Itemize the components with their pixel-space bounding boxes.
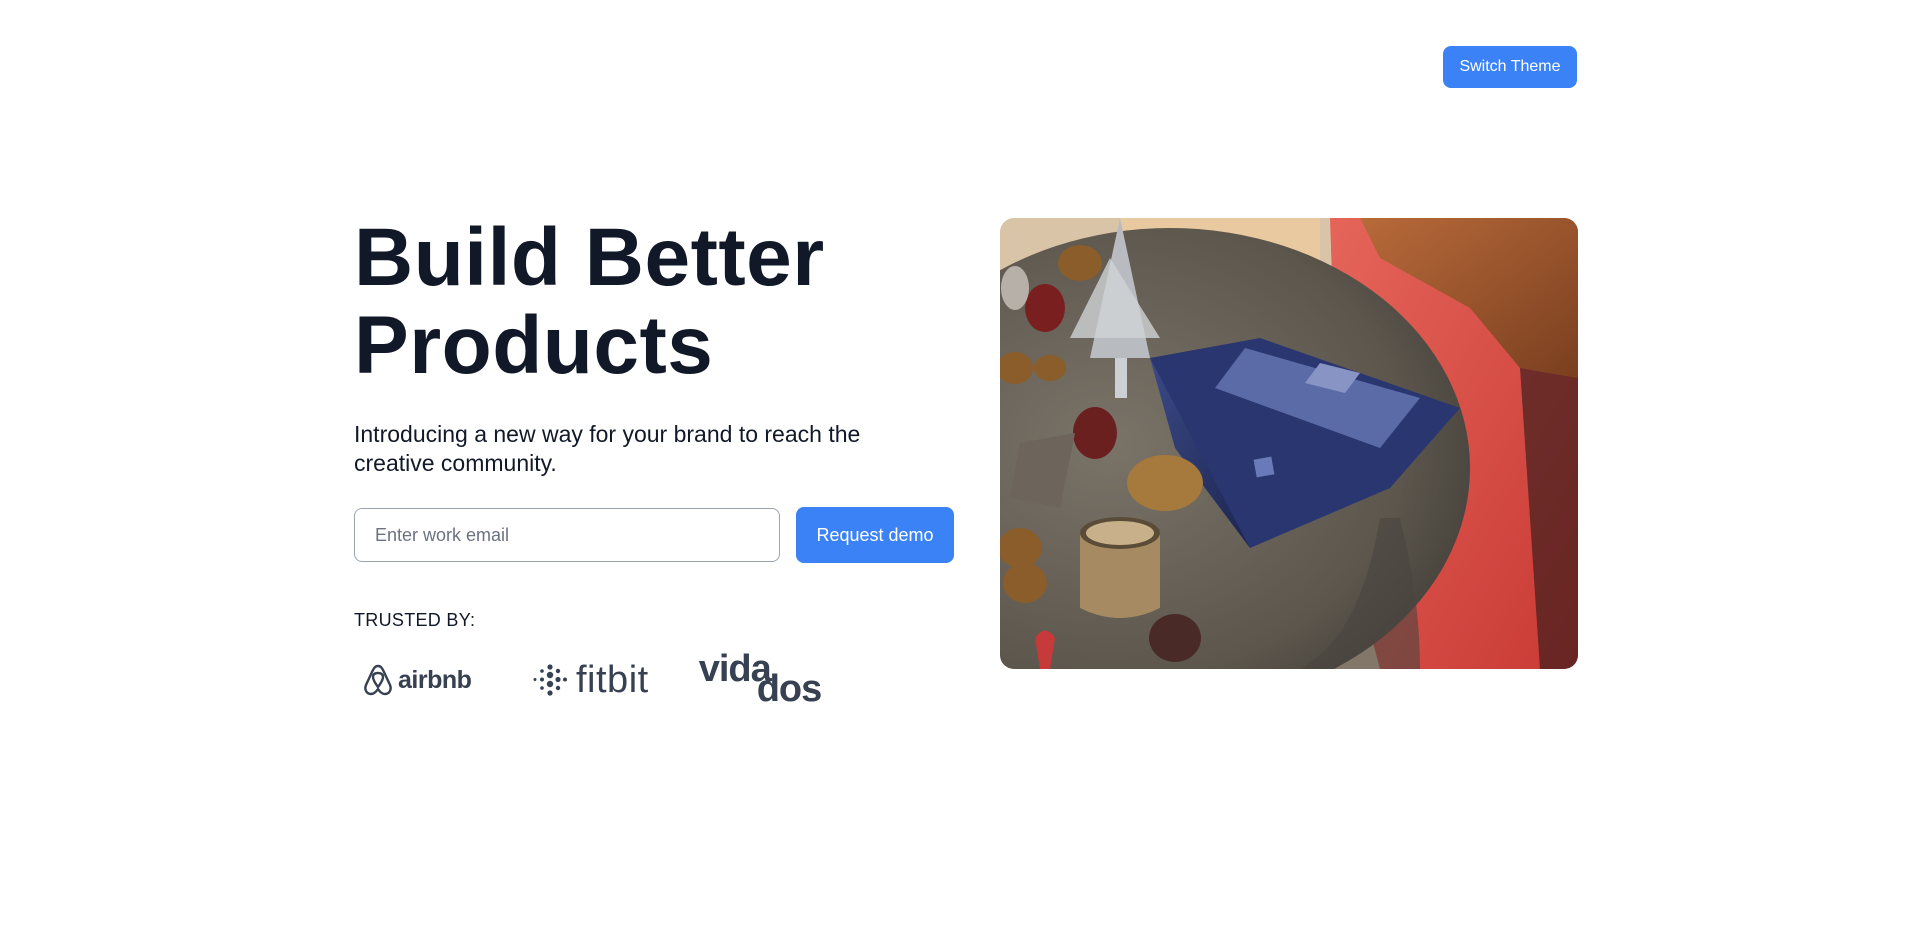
airbnb-logo: airbnb bbox=[362, 663, 472, 697]
switch-theme-button[interactable]: Switch Theme bbox=[1443, 46, 1577, 88]
fitbit-logo-text: fitbit bbox=[576, 658, 649, 701]
trusted-by-label: TRUSTED BY: bbox=[354, 610, 476, 630]
trusted-logos: airbnb fitbit vida dos bbox=[362, 648, 823, 710]
hero-title-line1: Build Better bbox=[354, 212, 825, 303]
mug bbox=[1080, 517, 1160, 618]
email-input[interactable] bbox=[354, 508, 780, 562]
request-demo-button[interactable]: Request demo bbox=[796, 507, 954, 563]
landing-page: Switch Theme Build Better Products Intro… bbox=[0, 0, 1919, 943]
hero-title: Build Better Products bbox=[354, 214, 954, 390]
laptop-on-table-photo bbox=[1000, 218, 1578, 669]
hero-title-line2: Products bbox=[354, 300, 714, 391]
fitbit-logo: fitbit bbox=[532, 659, 649, 702]
vidados-logo-bottom: dos bbox=[756, 668, 823, 710]
signup-form: Request demo bbox=[354, 507, 954, 563]
fitbit-logo-icon bbox=[533, 664, 567, 696]
hero-section: Build Better Products Introducing a new … bbox=[354, 214, 954, 710]
airbnb-logo-icon bbox=[364, 664, 392, 696]
vidados-logo: vida dos bbox=[699, 648, 823, 710]
airbnb-logo-text: airbnb bbox=[398, 665, 472, 694]
hero-image bbox=[1000, 218, 1578, 669]
hero-subtitle: Introducing a new way for your brand to … bbox=[354, 421, 861, 476]
